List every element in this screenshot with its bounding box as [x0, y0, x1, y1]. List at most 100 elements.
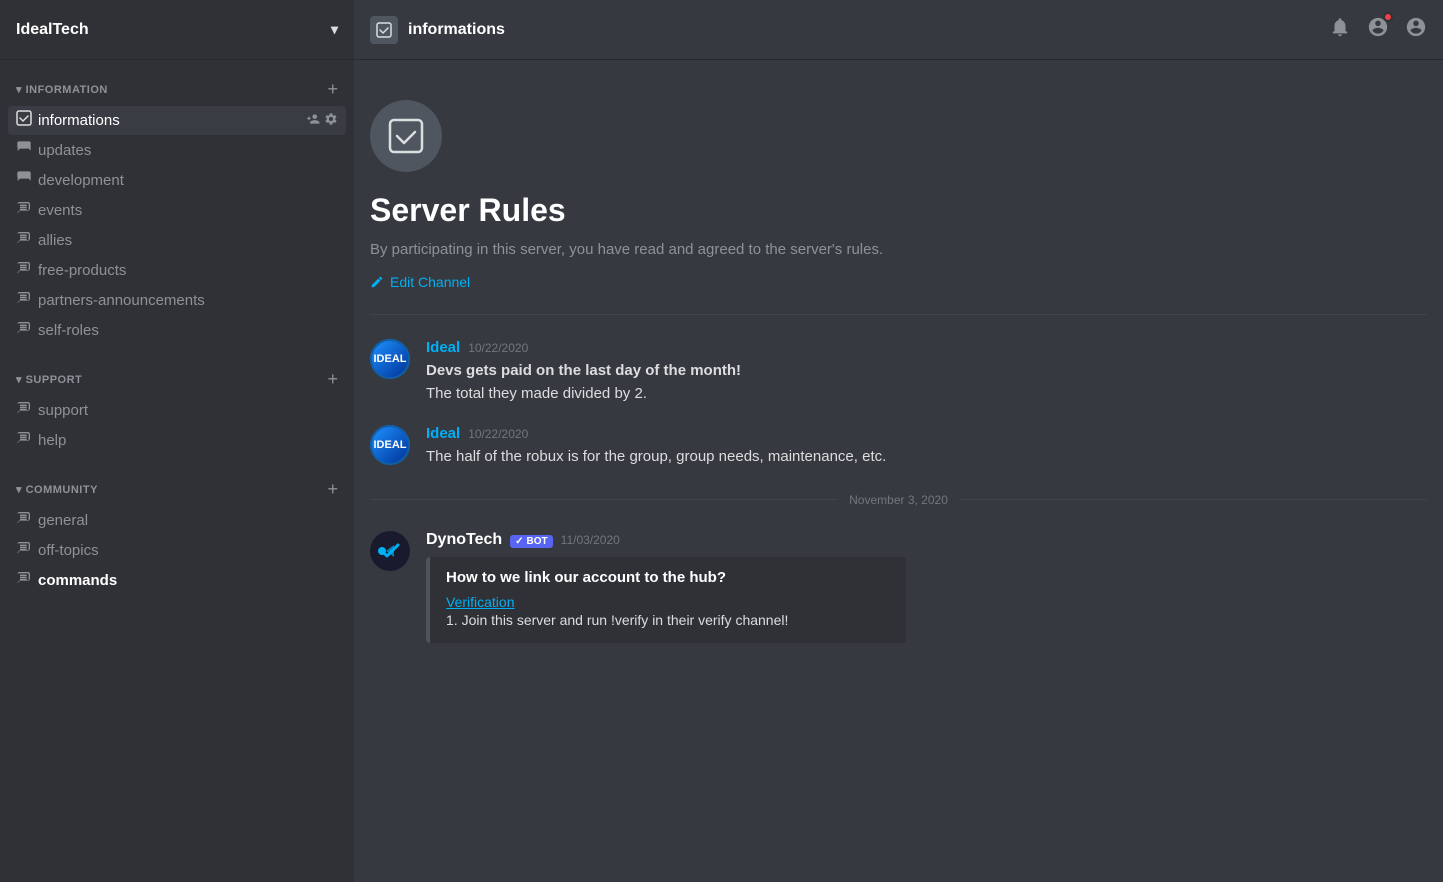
channel-intro-desc: By participating in this server, you hav…: [370, 241, 1427, 258]
channel-icon-general: [16, 510, 32, 531]
channel-icon-allies: [16, 230, 32, 251]
channel-name-informations: informations: [38, 112, 300, 129]
message-group-bot: DynoTech ✓ BOT 11/03/2020 How to we link…: [370, 523, 1427, 651]
section-add-support[interactable]: +: [327, 370, 338, 388]
channel-name-general: general: [38, 512, 338, 529]
channel-name-help: help: [38, 432, 338, 449]
topbar-channel-icon: [370, 16, 398, 44]
channel-item-self-roles[interactable]: self-roles: [8, 316, 346, 345]
messages-area: Server Rules By participating in this se…: [354, 60, 1443, 882]
add-member-icon[interactable]: [306, 112, 320, 129]
section-add-community[interactable]: +: [327, 480, 338, 498]
section-add-information[interactable]: +: [327, 80, 338, 98]
channel-topbar: informations: [354, 0, 1443, 60]
edit-channel-label: Edit Channel: [390, 274, 470, 290]
channel-name-events: events: [38, 202, 338, 219]
channel-name-allies: allies: [38, 232, 338, 249]
message-text-2a: The half of the robux is for the group, …: [426, 446, 1427, 469]
avatar-ideal-1: IDEAL: [370, 339, 410, 379]
channel-item-updates[interactable]: updates: [8, 136, 346, 165]
embed-text: 1. Join this server and run !verify in t…: [446, 610, 890, 631]
channel-intro-title: Server Rules: [370, 192, 1427, 229]
message-content-bot: DynoTech ✓ BOT 11/03/2020 How to we link…: [426, 531, 1427, 643]
avatar-dyno: [370, 531, 410, 571]
message-content-2: Ideal 10/22/2020 The half of the robux i…: [426, 425, 1427, 469]
server-name: IdealTech: [16, 21, 89, 39]
sidebar: IdealTech ▾ ▾ INFORMATION + informations u…: [0, 0, 354, 882]
notification-badge: [1383, 12, 1393, 22]
message-header-2: Ideal 10/22/2020: [426, 425, 1427, 442]
channel-icon-updates: [16, 140, 32, 161]
section-title-community[interactable]: ▾ COMMUNITY: [16, 483, 98, 496]
bot-check-icon: ✓: [515, 536, 523, 547]
channel-icon-partners-announcements: [16, 290, 32, 311]
channel-icon-events: [16, 200, 32, 221]
channel-item-support[interactable]: support: [8, 396, 346, 425]
divider-line-right: [960, 499, 1427, 500]
avatar-ideal-2: IDEAL: [370, 425, 410, 465]
channel-intro: Server Rules By participating in this se…: [370, 60, 1427, 315]
topbar-right: [1329, 16, 1427, 44]
settings-icon[interactable]: [324, 112, 338, 129]
channel-icon-commands: [16, 570, 32, 591]
channel-icon-help: [16, 430, 32, 451]
section-header-support: ▾ SUPPORT +: [8, 366, 346, 392]
bot-badge: ✓ BOT: [510, 535, 553, 548]
message-timestamp-2: 10/22/2020: [468, 427, 528, 441]
channel-item-allies[interactable]: allies: [8, 226, 346, 255]
channel-item-events[interactable]: events: [8, 196, 346, 225]
date-divider-text: November 3, 2020: [849, 493, 948, 507]
channel-item-general[interactable]: general: [8, 506, 346, 535]
mentions-button[interactable]: [1367, 16, 1389, 44]
section-header-community: ▾ COMMUNITY +: [8, 476, 346, 502]
channel-name-updates: updates: [38, 142, 338, 159]
section-header-information: ▾ INFORMATION +: [8, 76, 346, 102]
embed-link[interactable]: Verification: [446, 594, 890, 610]
channel-name-off-topics: off-topics: [38, 542, 338, 559]
section-title-information[interactable]: ▾ INFORMATION: [16, 83, 108, 96]
channel-item-development[interactable]: development: [8, 166, 346, 195]
bot-embed: How to we link our account to the hub? V…: [426, 557, 906, 643]
server-header[interactable]: IdealTech ▾: [0, 0, 354, 60]
message-content-1: Ideal 10/22/2020 Devs gets paid on the l…: [426, 339, 1427, 405]
profile-button[interactable]: [1405, 16, 1427, 44]
section-community: ▾ COMMUNITY + general off-topics commands: [0, 460, 354, 600]
message-author-2[interactable]: Ideal: [426, 425, 460, 442]
message-header-bot: DynoTech ✓ BOT 11/03/2020: [426, 531, 1427, 549]
channel-icon-free-products: [16, 260, 32, 281]
section-information: ▾ INFORMATION + informations updates develo…: [0, 60, 354, 350]
bot-author-name: DynoTech: [426, 531, 502, 549]
topbar-channel-name: informations: [408, 21, 505, 39]
message-author-1[interactable]: Ideal: [426, 339, 460, 356]
edit-channel-button[interactable]: Edit Channel: [370, 274, 470, 290]
channel-item-commands[interactable]: commands: [8, 566, 346, 595]
date-divider: November 3, 2020: [370, 493, 1427, 507]
channel-icon-development: [16, 170, 32, 191]
channel-icon-off-topics: [16, 540, 32, 561]
channel-icon-informations: [16, 110, 32, 131]
channel-item-help[interactable]: help: [8, 426, 346, 455]
channel-name-free-products: free-products: [38, 262, 338, 279]
channel-icon-support: [16, 400, 32, 421]
section-title-support[interactable]: ▾ SUPPORT: [16, 373, 82, 386]
message-text-1a: Devs gets paid on the last day of the mo…: [426, 360, 1427, 383]
message-text-1b: The total they made divided by 2.: [426, 383, 1427, 406]
message-group-1: IDEAL Ideal 10/22/2020 Devs gets paid on…: [370, 331, 1427, 413]
divider-line-left: [370, 499, 837, 500]
channel-icon-self-roles: [16, 320, 32, 341]
channel-name-support: support: [38, 402, 338, 419]
message-group-2: IDEAL Ideal 10/22/2020 The half of the r…: [370, 417, 1427, 477]
notifications-button[interactable]: [1329, 16, 1351, 44]
server-chevron-icon: ▾: [331, 21, 338, 38]
channel-item-informations[interactable]: informations: [8, 106, 346, 135]
embed-title: How to we link our account to the hub?: [446, 569, 890, 586]
message-header-1: Ideal 10/22/2020: [426, 339, 1427, 356]
channel-item-free-products[interactable]: free-products: [8, 256, 346, 285]
channel-item-off-topics[interactable]: off-topics: [8, 536, 346, 565]
channel-item-partners-announcements[interactable]: partners-announcements: [8, 286, 346, 315]
section-support: ▾ SUPPORT + support help: [0, 350, 354, 460]
main-content: informations: [354, 0, 1443, 882]
channel-name-partners-announcements: partners-announcements: [38, 292, 338, 309]
channel-name-commands: commands: [38, 572, 338, 589]
channel-actions-informations: [306, 112, 338, 129]
